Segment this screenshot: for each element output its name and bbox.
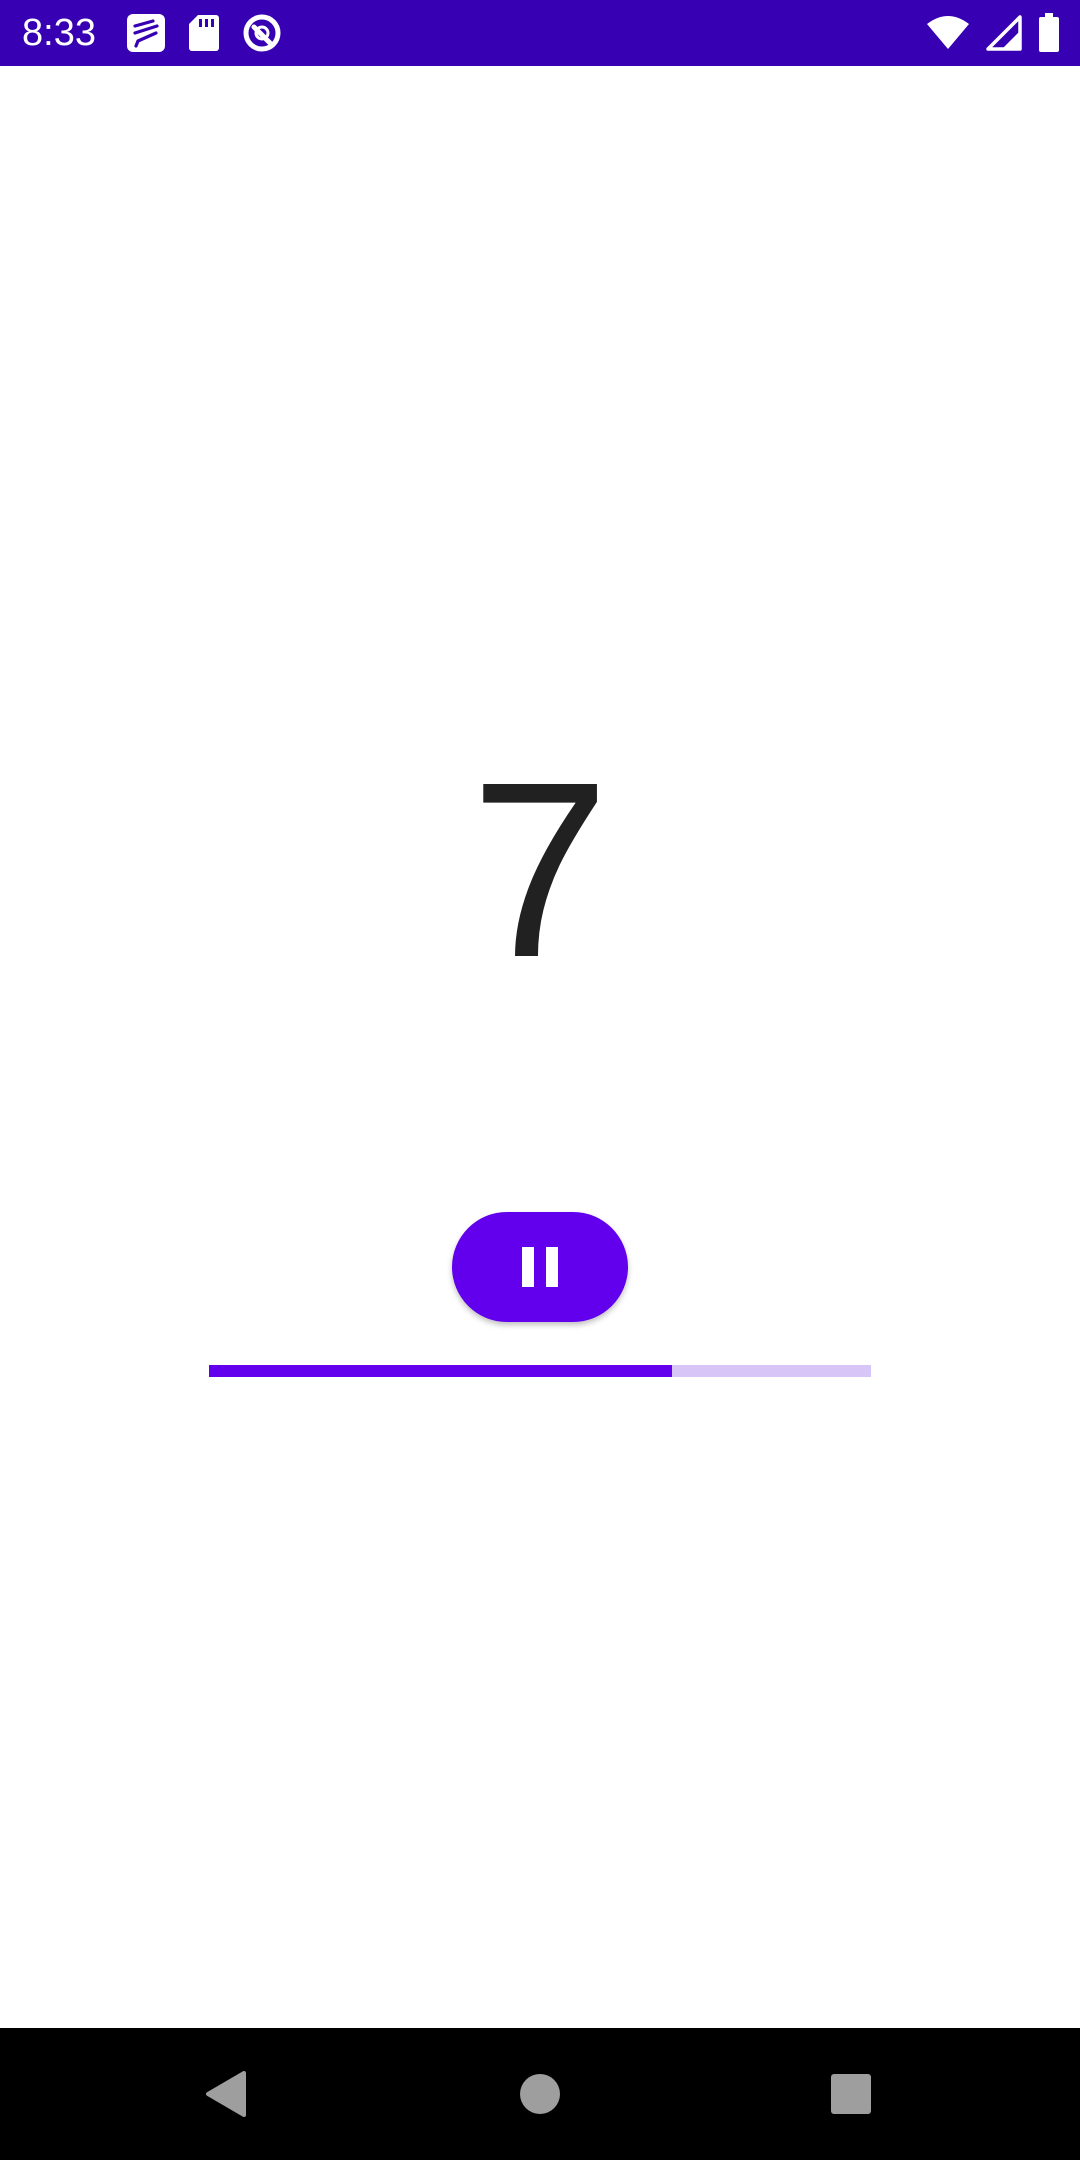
- back-button[interactable]: [166, 2028, 286, 2160]
- home-icon: [520, 2074, 560, 2114]
- wifi-icon: [927, 16, 969, 49]
- pause-icon: [522, 1247, 558, 1287]
- navigation-bar: [0, 2028, 1080, 2160]
- recents-button[interactable]: [791, 2028, 911, 2160]
- status-time: 8:33: [22, 12, 96, 54]
- home-button[interactable]: [480, 2028, 600, 2160]
- back-icon: [206, 2071, 246, 2117]
- status-bar: 8:33: [0, 0, 1080, 66]
- notification-icons: [126, 13, 282, 53]
- brush-notification-icon: [127, 14, 165, 52]
- progress-fill: [209, 1365, 673, 1377]
- progress-bar: [209, 1365, 871, 1377]
- app-screen: 8:33 7: [0, 0, 1080, 2160]
- data-saver-icon: [243, 14, 281, 52]
- countdown-value: 7: [470, 730, 610, 1009]
- pause-button[interactable]: [452, 1212, 628, 1322]
- system-status-icons: [926, 12, 1060, 54]
- sd-card-icon: [189, 15, 219, 51]
- cellular-signal-icon: [986, 15, 1022, 51]
- battery-icon: [1039, 13, 1059, 52]
- recents-icon: [831, 2074, 871, 2114]
